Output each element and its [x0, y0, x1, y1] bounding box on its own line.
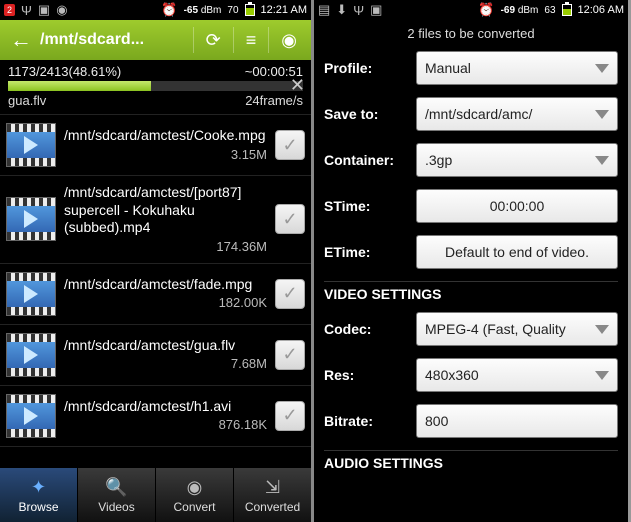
alarm-icon: ⏰: [161, 2, 177, 18]
select-all-button[interactable]: ◉: [271, 30, 307, 51]
clock: 12:21 AM: [261, 4, 307, 16]
progress-count: 1173/2413(48.61%): [8, 64, 121, 79]
path-display[interactable]: /mnt/sdcard...: [40, 31, 191, 49]
file-info: /mnt/sdcard/amctest/Cooke.mpg 3.15M: [64, 127, 267, 163]
current-file-name: gua.flv: [8, 93, 46, 108]
profile-select[interactable]: Manual: [416, 51, 618, 85]
list-item[interactable]: /mnt/sdcard/amctest/Cooke.mpg 3.15M ✓: [0, 115, 311, 176]
tab-label: Convert: [173, 500, 215, 514]
notification-badge: 2: [4, 4, 15, 16]
progress-header: 1173/2413(48.61%) ~00:00:51: [0, 60, 311, 81]
audio-settings-header: AUDIO SETTINGS: [324, 450, 618, 481]
refresh-button[interactable]: ⟳: [196, 30, 231, 51]
saveto-label: Save to:: [324, 106, 408, 122]
browse-icon: ✦: [31, 477, 46, 498]
file-list[interactable]: /mnt/sdcard/amctest/Cooke.mpg 3.15M ✓ /m…: [0, 115, 311, 468]
app-icon: ◉: [56, 2, 67, 18]
tab-videos[interactable]: 🔍 Videos: [78, 468, 155, 522]
battery-icon: [245, 4, 255, 16]
stime-button[interactable]: 00:00:00: [416, 189, 618, 223]
codec-select[interactable]: MPEG-4 (Fast, Quality: [416, 312, 618, 346]
convert-icon: ◉: [187, 477, 203, 498]
file-size: 3.15M: [64, 147, 267, 163]
menu-button[interactable]: ≡: [236, 30, 267, 51]
list-item[interactable]: /mnt/sdcard/amctest/[port87] supercell -…: [0, 176, 311, 264]
container-label: Container:: [324, 152, 408, 168]
progress-bar: ✕: [8, 81, 303, 91]
signal-dbm: -65 dBm: [184, 5, 222, 16]
file-checkbox[interactable]: ✓: [275, 130, 305, 160]
list-item[interactable]: /mnt/sdcard/amctest/gua.flv 7.68M ✓: [0, 325, 311, 386]
progress-fill: [8, 81, 151, 91]
search-icon: 🔍: [105, 477, 127, 498]
video-thumb-icon: [6, 197, 56, 241]
tab-browse[interactable]: ✦ Browse: [0, 468, 77, 522]
back-button[interactable]: ←: [4, 27, 38, 53]
tab-convert[interactable]: ◉ Convert: [156, 468, 233, 522]
etime-button[interactable]: Default to end of video.: [416, 235, 618, 269]
res-label: Res:: [324, 367, 408, 383]
file-checkbox[interactable]: ✓: [275, 401, 305, 431]
file-info: /mnt/sdcard/amctest/gua.flv 7.68M: [64, 337, 267, 373]
battery-icon: [562, 4, 572, 16]
stime-label: STime:: [324, 198, 408, 214]
status-bar: ▤ ⬇ Ψ ▣ ⏰ -69 dBm 63 12:06 AM: [314, 0, 628, 20]
tab-converted[interactable]: ⇲ Converted: [234, 468, 311, 522]
file-path: /mnt/sdcard/amctest/fade.mpg: [64, 276, 267, 294]
file-checkbox[interactable]: ✓: [275, 279, 305, 309]
codec-label: Codec:: [324, 321, 408, 337]
alarm-icon: ⏰: [478, 2, 494, 18]
file-info: /mnt/sdcard/amctest/h1.avi 876.18K: [64, 398, 267, 434]
usb-icon: Ψ: [353, 3, 364, 18]
signal-dbm: -69 dBm: [501, 5, 539, 16]
file-checkbox[interactable]: ✓: [275, 204, 305, 234]
container-select[interactable]: .3gp: [416, 143, 618, 177]
video-thumb-icon: [6, 272, 56, 316]
sd-icon: ▤: [318, 2, 330, 18]
files-to-convert-header: 2 files to be converted: [314, 20, 628, 51]
video-thumb-icon: [6, 333, 56, 377]
file-path: /mnt/sdcard/amctest/[port87] supercell -…: [64, 184, 267, 237]
saveto-select[interactable]: /mnt/sdcard/amc/: [416, 97, 618, 131]
file-size: 876.18K: [64, 417, 267, 433]
video-thumb-icon: [6, 123, 56, 167]
settings-form: Profile: Manual Save to: /mnt/sdcard/amc…: [314, 51, 628, 481]
battery-pct: 70: [227, 5, 238, 16]
file-path: /mnt/sdcard/amctest/h1.avi: [64, 398, 267, 416]
converted-icon: ⇲: [265, 477, 280, 498]
status-bar: 2 Ψ ▣ ◉ ⏰ -65 dBm 70 12:21 AM: [0, 0, 311, 20]
file-info: /mnt/sdcard/amctest/fade.mpg 182.00K: [64, 276, 267, 312]
battery-pct: 63: [544, 5, 555, 16]
android-icon: ▣: [370, 2, 382, 18]
file-path: /mnt/sdcard/amctest/Cooke.mpg: [64, 127, 267, 145]
clock: 12:06 AM: [578, 4, 624, 16]
list-item[interactable]: /mnt/sdcard/amctest/h1.avi 876.18K ✓: [0, 386, 311, 447]
download-icon: ⬇: [336, 2, 347, 18]
cancel-progress-button[interactable]: ✕: [290, 75, 305, 96]
top-nav: ← /mnt/sdcard... ⟳ ≡ ◉: [0, 20, 311, 60]
bottom-tabs: ✦ Browse 🔍 Videos ◉ Convert ⇲ Converted: [0, 468, 311, 522]
etime-label: ETime:: [324, 244, 408, 260]
video-thumb-icon: [6, 394, 56, 438]
file-size: 182.00K: [64, 295, 267, 311]
file-size: 174.36M: [64, 239, 267, 255]
res-select[interactable]: 480x360: [416, 358, 618, 392]
file-browser-screen: 2 Ψ ▣ ◉ ⏰ -65 dBm 70 12:21 AM ← /mnt/sdc…: [0, 0, 314, 522]
file-checkbox[interactable]: ✓: [275, 340, 305, 370]
file-path: /mnt/sdcard/amctest/gua.flv: [64, 337, 267, 355]
android-icon: ▣: [38, 2, 50, 18]
usb-icon: Ψ: [21, 3, 32, 18]
current-file: gua.flv 24frame/s: [0, 91, 311, 115]
tab-label: Converted: [245, 500, 300, 514]
convert-settings-screen: ▤ ⬇ Ψ ▣ ⏰ -69 dBm 63 12:06 AM 2 files to…: [314, 0, 628, 522]
file-size: 7.68M: [64, 356, 267, 372]
video-settings-header: VIDEO SETTINGS: [324, 281, 618, 312]
bitrate-input[interactable]: 800: [416, 404, 618, 438]
profile-label: Profile:: [324, 60, 408, 76]
bitrate-label: Bitrate:: [324, 413, 408, 429]
tab-label: Browse: [18, 500, 58, 514]
list-item[interactable]: /mnt/sdcard/amctest/fade.mpg 182.00K ✓: [0, 264, 311, 325]
tab-label: Videos: [98, 500, 134, 514]
file-info: /mnt/sdcard/amctest/[port87] supercell -…: [64, 184, 267, 255]
